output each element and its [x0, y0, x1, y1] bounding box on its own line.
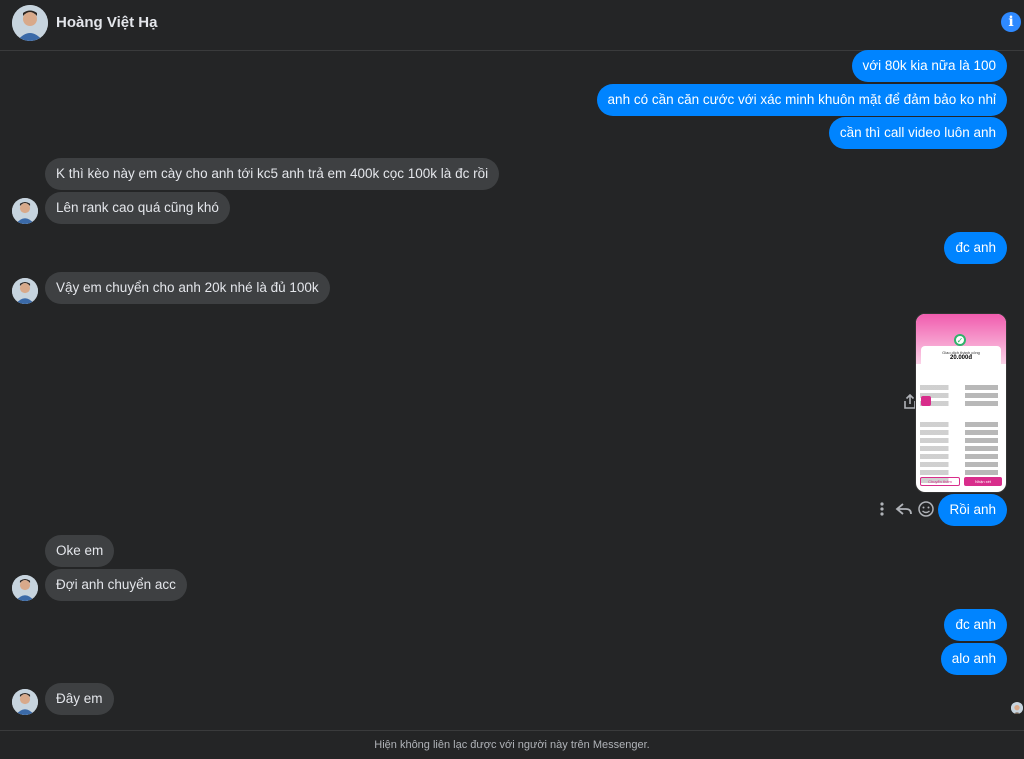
message-outgoing[interactable]: alo anh	[940, 643, 1007, 675]
message-incoming[interactable]: Đợi anh chuyển acc	[45, 569, 187, 601]
wallet-logo-icon	[921, 396, 931, 406]
conversation-header: Hoàng Việt Hạ i	[0, 0, 1024, 51]
more-options-icon[interactable]	[874, 499, 894, 519]
message-outgoing[interactable]: đc anh	[944, 232, 1007, 264]
message-outgoing[interactable]: cần thì call video luôn anh	[828, 117, 1007, 149]
success-check-icon: ✓	[954, 334, 966, 346]
contact-avatar[interactable]	[12, 5, 48, 41]
message-incoming[interactable]: Vậy em chuyển cho anh 20k nhé là đủ 100k	[45, 272, 330, 304]
receipt-amount: 20.000đ	[949, 355, 973, 361]
receipt-button-left: Chuyển thêm	[920, 477, 960, 486]
info-icon[interactable]: i	[1001, 12, 1021, 32]
message-incoming[interactable]: K thì kèo này em cày cho anh tới kc5 anh…	[45, 158, 500, 190]
message-incoming[interactable]: Đây em	[45, 683, 114, 715]
message-outgoing[interactable]: đc anh	[944, 609, 1007, 641]
receipt-details	[920, 382, 1002, 486]
message-outgoing[interactable]: anh có cần căn cước với xác minh khuôn m…	[596, 84, 1007, 116]
unavailable-notice: Hiện không liên lạc được với người này t…	[0, 730, 1024, 758]
image-attachment[interactable]: Giao dịch thành công 20.000đ ✓ Chuyển th…	[915, 313, 1007, 493]
message-incoming[interactable]: Lên rank cao quá cũng khó	[45, 192, 230, 224]
contact-name[interactable]: Hoàng Việt Hạ	[56, 14, 157, 31]
sender-avatar[interactable]	[12, 198, 38, 224]
message-outgoing[interactable]: Rồi anh	[938, 494, 1007, 526]
message-outgoing[interactable]: với 80k kia nữa là 100	[851, 50, 1007, 82]
reply-icon[interactable]	[894, 499, 914, 519]
receipt-button-right: Nhận xét	[964, 477, 1002, 486]
sender-avatar[interactable]	[12, 278, 38, 304]
react-icon[interactable]	[916, 499, 936, 519]
receipt-status: Giao dịch thành công	[942, 350, 980, 355]
sender-avatar[interactable]	[12, 575, 38, 601]
seen-avatar	[1011, 702, 1023, 714]
sender-avatar[interactable]	[12, 689, 38, 715]
message-incoming[interactable]: Oke em	[45, 535, 115, 567]
